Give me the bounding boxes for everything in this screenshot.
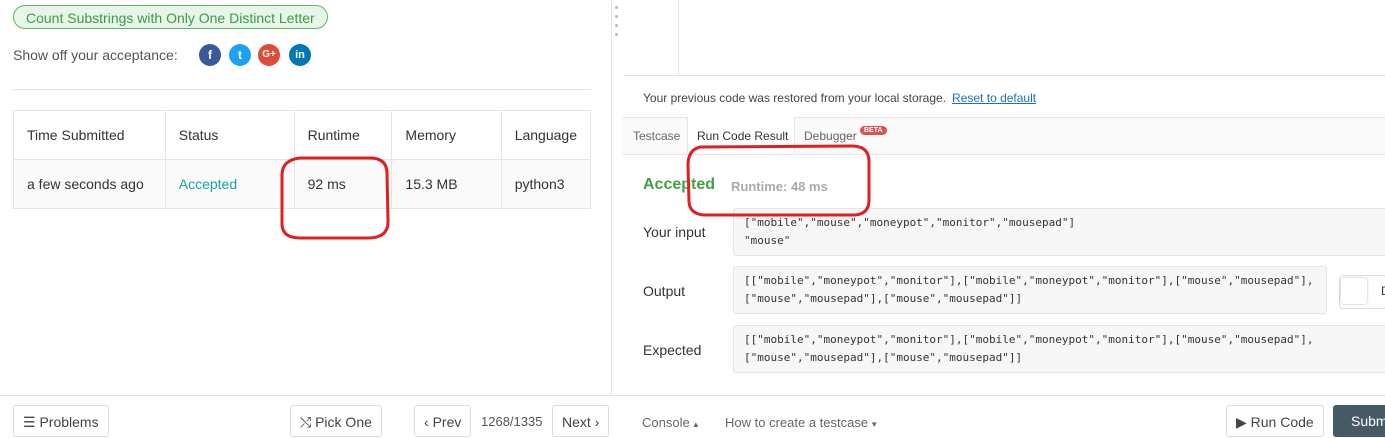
restore-message: Your previous code was restored from you… (643, 91, 1036, 105)
col-status: Status (164, 110, 295, 160)
howto-label: How to create a testcase (725, 415, 869, 430)
googleplus-icon[interactable]: G+ (258, 44, 280, 66)
output-label: Output (643, 283, 686, 299)
twitter-icon[interactable]: t (229, 44, 251, 66)
drag-handle-icon[interactable] (615, 6, 618, 42)
editor-divider (623, 75, 1385, 76)
shuffle-icon: ⤭ (300, 414, 316, 430)
problem-title-badge[interactable]: Count Substrings with Only One Distinct … (13, 5, 328, 29)
play-icon: ▶ (1236, 414, 1251, 430)
expected-box: [["mobile","moneypot","monitor"],["mobil… (733, 325, 1385, 373)
your-input-box: ["mobile","mouse","moneypot","monitor","… (733, 208, 1385, 256)
editor-gutter (678, 0, 679, 75)
caret-up-icon: ▲ (689, 420, 700, 429)
col-memory: Memory (391, 110, 502, 160)
linkedin-icon[interactable]: in (289, 44, 311, 66)
prev-button[interactable]: ‹ Prev (414, 405, 472, 437)
result-status: Accepted (643, 176, 716, 193)
run-code-label: Run Code (1250, 414, 1314, 430)
caret-down-icon: ▼ (868, 420, 879, 429)
your-input-label: Your input (643, 224, 706, 240)
beta-badge: BETA (860, 126, 887, 135)
chevron-left-icon: ‹ (424, 414, 433, 430)
accepted-link[interactable]: Accepted (179, 176, 237, 192)
cell-language: python3 (500, 159, 592, 209)
submissions-table: Time Submitted Status Runtime Memory Lan… (13, 110, 592, 209)
list-icon: ☰ (23, 414, 40, 430)
next-label: Next (562, 414, 591, 430)
cell-time: a few seconds ago (13, 159, 166, 209)
expected-label: Expected (643, 342, 702, 358)
console-label: Console (642, 415, 690, 430)
col-time-submitted: Time Submitted (13, 110, 166, 160)
chevron-right-icon: › (590, 414, 600, 430)
console-toggle[interactable]: Console ▲ (642, 415, 700, 430)
prev-label: Prev (432, 414, 462, 430)
tab-debugger[interactable]: Debugger (804, 129, 857, 143)
page-counter: 1268/1335 (481, 414, 543, 429)
share-label: Show off your acceptance: (13, 47, 178, 63)
diff-toggle-label: D (1381, 284, 1385, 298)
cell-runtime: 92 ms (293, 159, 393, 209)
problems-button[interactable]: ☰ Problems (13, 405, 109, 437)
diff-toggle-knob[interactable] (1341, 278, 1367, 304)
divider (13, 89, 591, 90)
pick-one-label: Pick One (315, 414, 372, 430)
col-runtime: Runtime (293, 110, 393, 160)
facebook-icon[interactable]: f (199, 44, 221, 66)
cell-memory: 15.3 MB (391, 159, 502, 209)
col-language: Language (500, 110, 592, 160)
output-box: [["mobile","moneypot","monitor"],["mobil… (733, 266, 1327, 314)
panel-splitter[interactable] (611, 0, 612, 395)
table-header-row: Time Submitted Status Runtime Memory Lan… (13, 110, 592, 160)
problems-label: Problems (39, 414, 99, 430)
pick-one-button[interactable]: ⤭ Pick One (290, 405, 382, 437)
restore-text: Your previous code was restored from you… (643, 91, 947, 105)
cell-status[interactable]: Accepted (164, 159, 295, 209)
submit-button[interactable]: Subm (1333, 405, 1385, 437)
result-runtime: Runtime: 48 ms (731, 179, 828, 194)
reset-to-default-link[interactable]: Reset to default (952, 91, 1036, 105)
tab-run-code-result[interactable]: Run Code Result (697, 129, 788, 143)
table-row: a few seconds ago Accepted 92 ms 15.3 MB… (13, 159, 592, 209)
tab-testcase[interactable]: Testcase (633, 129, 680, 143)
howto-testcase-link[interactable]: How to create a testcase ▼ (725, 415, 878, 430)
next-button[interactable]: Next › (552, 405, 610, 437)
run-code-button[interactable]: ▶ Run Code (1226, 405, 1324, 437)
